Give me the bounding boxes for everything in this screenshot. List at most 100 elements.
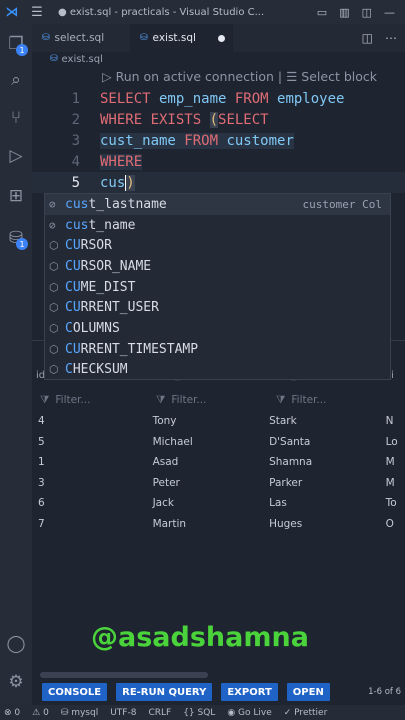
- suggestion-detail: customer Col: [302, 197, 382, 211]
- warnings-status[interactable]: ⚠ 0: [32, 708, 49, 718]
- db-connection-status[interactable]: ⛁ mysql: [61, 708, 98, 718]
- layout-split-icon[interactable]: ◫: [362, 6, 372, 19]
- go-live-status[interactable]: ◉ Go Live: [227, 708, 271, 718]
- keyword-cube-icon: ⬡: [49, 259, 59, 273]
- identifier: cus: [100, 174, 126, 191]
- select-block-link[interactable]: ☰ Select block: [286, 69, 377, 84]
- filter-field[interactable]: ⧩ Filter...: [276, 389, 396, 411]
- export-button[interactable]: EXPORT: [221, 683, 278, 701]
- database-file-icon: ⛁: [140, 33, 148, 43]
- editor-tabs: ⛁ select.sql ⛁ exist.sql ◫ ⋯: [32, 24, 405, 52]
- suggestion-item[interactable]: ⊘ cust_lastname customer Col: [45, 194, 390, 215]
- layout-panel-icon[interactable]: ▭: [317, 6, 327, 19]
- run-on-active-connection-link[interactable]: ▷ Run on active connection: [102, 69, 274, 84]
- status-bar: ⊗ 0 ⚠ 0 ⛁ mysql UTF-8 CRLF {} SQL ◉ Go L…: [0, 705, 405, 720]
- line-number: 1: [71, 90, 80, 107]
- bracket: (: [209, 111, 219, 128]
- tab-label: exist.sql: [152, 32, 196, 44]
- keyword-cube-icon: ⬡: [49, 321, 59, 335]
- database-icon[interactable]: ⛁ 1: [0, 222, 32, 254]
- explorer-icon[interactable]: ❐ 1: [0, 28, 32, 60]
- suggestion-item[interactable]: ⬡ COLUMNS: [45, 318, 390, 339]
- table-row[interactable]: 7 Martin Huges O: [32, 514, 405, 535]
- result-count: 1-6 of 6: [368, 687, 401, 697]
- split-editor-icon[interactable]: ◫: [362, 31, 373, 45]
- keyword-cube-icon: ⬡: [49, 239, 59, 253]
- code-line: 3 cust_name FROM customer: [32, 130, 405, 151]
- keyword-cube-icon: ⬡: [49, 280, 59, 294]
- run-debug-icon[interactable]: ▷: [0, 140, 32, 172]
- database-icon: ⛁: [60, 707, 72, 718]
- search-icon[interactable]: ⌕: [0, 64, 32, 96]
- errors-status[interactable]: ⊗ 0: [4, 708, 20, 718]
- identifier: emp_name: [150, 90, 235, 107]
- keyword: SELECT: [100, 90, 151, 107]
- prettier-status[interactable]: ✓ Prettier: [284, 708, 328, 718]
- tab-select-sql[interactable]: ⛁ select.sql: [32, 24, 130, 52]
- filter-icon: ⧩: [276, 393, 286, 406]
- keyword-cube-icon: ⬡: [49, 301, 59, 315]
- table-row[interactable]: 6 Jack Las To: [32, 493, 405, 514]
- layout-sidebar-icon[interactable]: ▥: [339, 6, 349, 19]
- console-button[interactable]: CONSOLE: [42, 683, 108, 701]
- suggestion-item[interactable]: ⬡ CUME_DIST: [45, 277, 390, 298]
- field-icon: ⊘: [49, 197, 56, 211]
- filter-field[interactable]: ⧩ Filter...: [32, 389, 156, 411]
- eol-status[interactable]: CRLF: [148, 708, 171, 718]
- source-control-icon[interactable]: ⑂: [0, 102, 32, 134]
- suggestion-item[interactable]: ⬡ CURSOR_NAME: [45, 256, 390, 277]
- line-number: 5: [71, 174, 80, 191]
- table-row[interactable]: 3 Peter Parker M: [32, 473, 405, 494]
- minimize-icon[interactable]: —: [384, 6, 395, 19]
- menu-icon[interactable]: ☰: [24, 5, 50, 20]
- filter-row: ⧩ Filter... ⧩ Filter... ⧩ Filter...: [32, 389, 405, 411]
- filter-icon: ⧩: [156, 393, 166, 406]
- tab-label: select.sql: [54, 32, 105, 44]
- filter-field[interactable]: ⧩ Filter...: [156, 389, 276, 411]
- encoding-status[interactable]: UTF-8: [110, 708, 136, 718]
- code-line: 1 SELECT emp_name FROM employee: [32, 88, 405, 109]
- keyword: WHERE: [100, 153, 143, 170]
- keyword: FROM: [184, 132, 219, 149]
- database-file-icon: ⛁: [50, 54, 58, 64]
- filter-icon: ⧩: [40, 393, 50, 406]
- keyword: FROM: [234, 90, 269, 107]
- code-line: 2 WHERE EXISTS (SELECT: [32, 109, 405, 130]
- window-title: ● exist.sql - practicals - Visual Studio…: [58, 6, 265, 18]
- table-row[interactable]: 4 Tony Stark N: [32, 411, 405, 432]
- code-line-current: 5 cus): [32, 172, 405, 193]
- code-line: 4 WHERE: [32, 151, 405, 172]
- language-status[interactable]: {} SQL: [183, 708, 215, 718]
- activity-bar: ❐ 1 ⌕ ⑂ ▷ ⊞ ⛁ 1 ◯ ⚙: [0, 24, 32, 706]
- horizontal-scrollbar[interactable]: [40, 672, 208, 678]
- watermark-handle: @asadshamna: [91, 622, 309, 653]
- suggestion-item[interactable]: ⬡ CURRENT_USER: [45, 297, 390, 318]
- extensions-icon[interactable]: ⊞: [0, 180, 32, 212]
- title-bar: ⋊ ☰ ● exist.sql - practicals - Visual St…: [0, 0, 405, 24]
- identifier: employee: [268, 90, 345, 107]
- identifier: cust_name: [100, 132, 185, 149]
- line-number: 3: [71, 132, 80, 149]
- suggestion-item[interactable]: ⬡ CHECKSUM: [45, 360, 390, 381]
- line-number: 2: [71, 111, 80, 128]
- codelens-separator: |: [277, 69, 283, 84]
- account-icon[interactable]: ◯: [0, 628, 32, 660]
- more-actions-icon[interactable]: ⋯: [385, 31, 397, 45]
- keyword-cube-icon: ⬡: [49, 363, 59, 377]
- table-row[interactable]: 5 Michael D'Santa Lo: [32, 432, 405, 453]
- identifier: customer: [218, 132, 294, 149]
- breadcrumb-file[interactable]: exist.sql: [62, 54, 103, 65]
- rerun-query-button[interactable]: RE-RUN QUERY: [116, 683, 213, 701]
- broadcast-icon: ◉: [227, 707, 239, 718]
- unsaved-dot-icon[interactable]: [218, 34, 225, 42]
- suggestion-item[interactable]: ⬡ CURRENT_TIMESTAMP: [45, 339, 390, 360]
- codelens: ▷ Run on active connection | ☰ Select bl…: [102, 69, 377, 84]
- settings-gear-icon[interactable]: ⚙: [0, 666, 32, 698]
- tab-exist-sql[interactable]: ⛁ exist.sql: [130, 24, 233, 52]
- extensions-badge: 1: [16, 238, 28, 250]
- suggestion-item[interactable]: ⊘ cust_name: [45, 215, 390, 236]
- keyword: WHERE EXISTS: [100, 111, 210, 128]
- suggestion-item[interactable]: ⬡ CURSOR: [45, 235, 390, 256]
- table-row[interactable]: 1 Asad Shamna M: [32, 452, 405, 473]
- open-button[interactable]: OPEN: [286, 683, 330, 701]
